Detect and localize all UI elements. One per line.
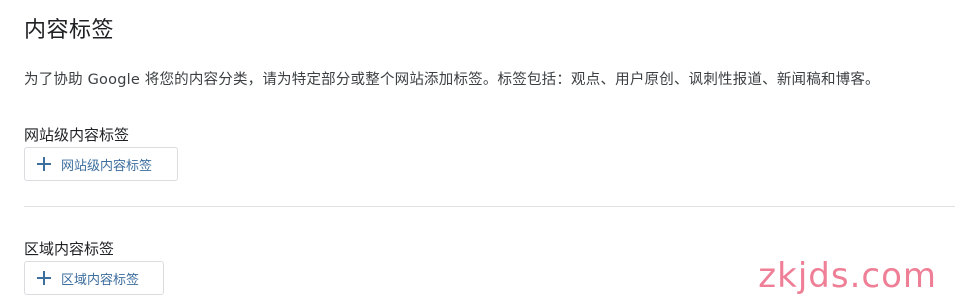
section-divider — [24, 206, 955, 207]
add-site-level-label-button[interactable]: 网站级内容标签 — [24, 147, 178, 181]
add-site-level-label-text: 网站级内容标签 — [61, 158, 153, 174]
page-description: 为了协助 Google 将您的内容分类，请为特定部分或整个网站添加标签。标签包括… — [24, 72, 880, 88]
page-title: 内容标签 — [24, 18, 115, 43]
watermark: zkjds.com — [758, 256, 937, 296]
region-section-title: 区域内容标签 — [24, 240, 115, 258]
add-region-label-button[interactable]: 区域内容标签 — [24, 261, 164, 295]
plus-icon — [37, 157, 51, 171]
plus-icon — [37, 271, 51, 285]
add-region-label-text: 区域内容标签 — [61, 272, 140, 288]
site-level-section-title: 网站级内容标签 — [24, 126, 130, 144]
